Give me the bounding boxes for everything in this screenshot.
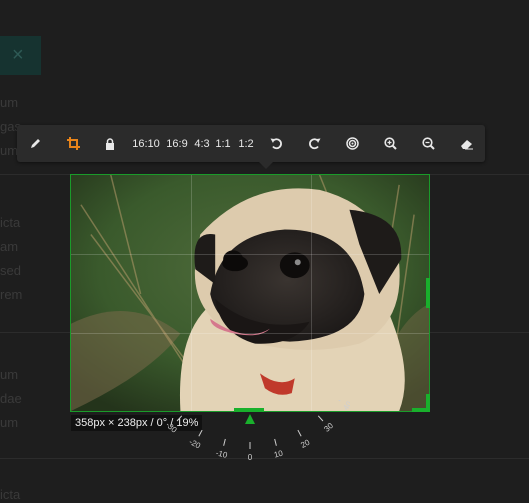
- dial-tick: [317, 415, 324, 422]
- close-button[interactable]: ×: [0, 36, 41, 75]
- dial-tick-label: 0: [248, 453, 253, 462]
- background-text: um: [0, 143, 19, 158]
- dial-tick: [338, 400, 341, 402]
- rotate-right-button[interactable]: [303, 125, 325, 162]
- crop-icon: [66, 137, 80, 150]
- background-text: um: [0, 415, 19, 430]
- background-text: um: [0, 95, 19, 110]
- background-text: sed: [0, 263, 21, 278]
- ratio-16-10-button[interactable]: 16:10: [132, 125, 160, 162]
- zoom-in-button[interactable]: [379, 125, 401, 162]
- image-editor-toolbar: 16:10 16:9 4:3 1:1 1:2: [17, 125, 485, 169]
- ratio-4-3-button[interactable]: 4:3: [193, 125, 211, 162]
- dial-tick: [198, 429, 203, 437]
- lock-ratio-button[interactable]: [99, 125, 121, 162]
- ratio-1-2-button[interactable]: 1:2: [237, 125, 255, 162]
- dial-tick-label: -30: [164, 420, 179, 435]
- dial-tick: [297, 429, 302, 437]
- background-text: um: [0, 367, 19, 382]
- circle-target-button[interactable]: [341, 125, 363, 162]
- circle-target-icon: [345, 137, 359, 150]
- zoom-out-icon: [421, 137, 435, 150]
- eraser-button[interactable]: [455, 125, 479, 162]
- crop-button[interactable]: [61, 125, 85, 162]
- dial-tick-label: -20: [188, 437, 203, 451]
- dial-tick: [223, 438, 226, 446]
- crop-handle-corner-vertical[interactable]: [426, 394, 430, 412]
- background-text: dae: [0, 391, 22, 406]
- rotate-left-button[interactable]: [265, 125, 287, 162]
- ratio-1-1-button[interactable]: 1:1: [214, 125, 232, 162]
- eraser-icon: [461, 139, 473, 149]
- ratio-16-9-button[interactable]: 16:9: [165, 125, 189, 162]
- dial-tick-label: 40: [341, 400, 350, 412]
- grid-line: [71, 333, 429, 334]
- dial-tick-label: 10: [273, 449, 284, 460]
- pug-photo: [71, 175, 429, 411]
- background-text: icta: [0, 487, 21, 502]
- rotate-left-icon: [270, 138, 282, 150]
- background-text: icta: [0, 215, 21, 230]
- dial-tick-label: 20: [299, 438, 312, 450]
- toolbar-pointer: [259, 162, 273, 169]
- zoom-out-button[interactable]: [417, 125, 439, 162]
- crop-handle-right[interactable]: [426, 278, 430, 308]
- dial-tick: [176, 415, 183, 422]
- close-icon: ×: [12, 44, 24, 66]
- crop-area[interactable]: [70, 174, 430, 412]
- grid-line: [191, 175, 192, 411]
- rotate-right-icon: [308, 138, 320, 150]
- dial-tick: [274, 438, 277, 446]
- grid-line: [311, 175, 312, 411]
- rotation-dial[interactable]: -30 -20 -10 0 10 20 30 40: [150, 400, 350, 470]
- pencil-button[interactable]: [23, 125, 47, 162]
- background-text: am: [0, 239, 19, 254]
- pencil-icon: [30, 139, 40, 148]
- background-text: rem: [0, 287, 23, 302]
- lock-icon: [106, 137, 114, 150]
- dial-tick-label: -10: [215, 448, 229, 460]
- zoom-in-icon: [383, 137, 397, 150]
- grid-line: [71, 254, 429, 255]
- dial-tick-label: 30: [322, 421, 335, 434]
